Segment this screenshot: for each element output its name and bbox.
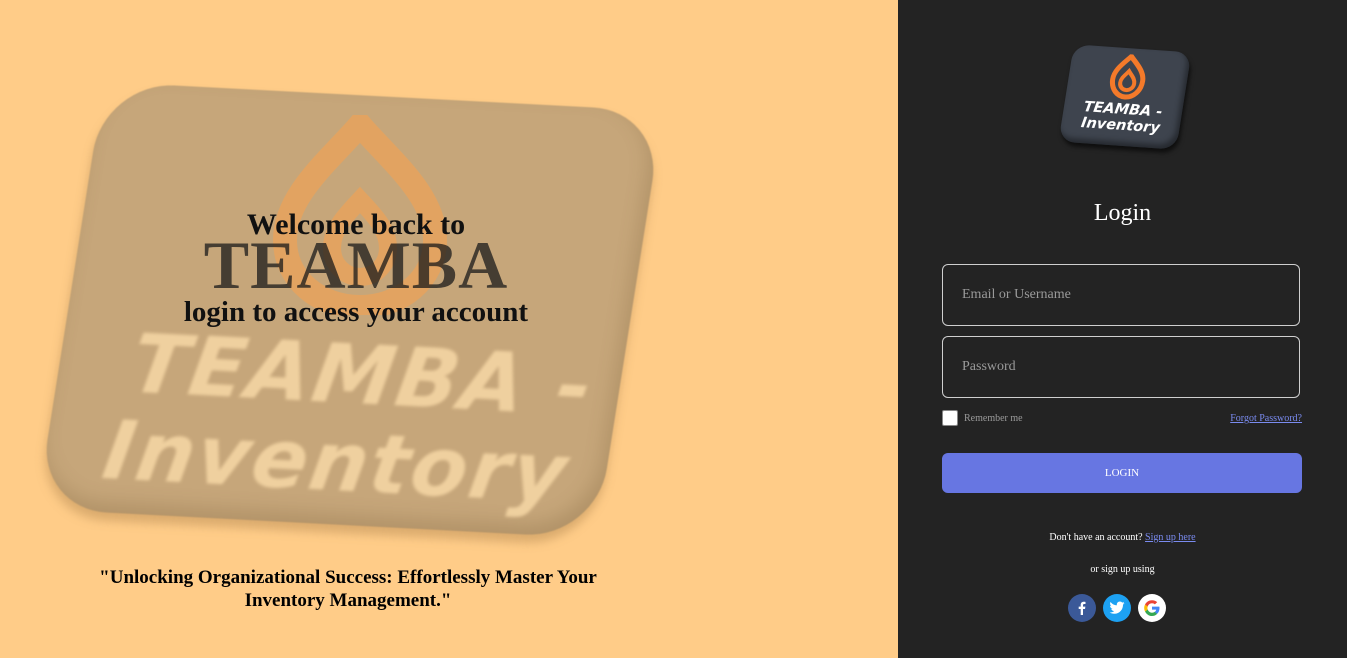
google-icon xyxy=(1144,600,1160,616)
tagline: "Unlocking Organizational Success: Effor… xyxy=(99,567,597,611)
welcome-subheading: login to access your account xyxy=(183,296,529,328)
signup-prompt: Don't have an account? xyxy=(1049,532,1143,543)
signup-link[interactable]: Sign up here xyxy=(1145,532,1196,543)
remember-me[interactable]: Remember me xyxy=(942,410,1023,426)
forgot-password-link[interactable]: Forgot Password? xyxy=(1230,413,1302,424)
google-button[interactable] xyxy=(1138,594,1166,622)
social-login-buttons xyxy=(1068,594,1166,622)
remember-me-checkbox[interactable] xyxy=(942,410,958,426)
password-field xyxy=(942,336,1300,398)
password-input[interactable] xyxy=(943,337,1299,397)
welcome-brand: TEAMBA xyxy=(203,227,509,303)
drop-logo-icon xyxy=(1109,52,1146,100)
hero-panel: TEAMBA - Inventory Welcome back to TEAMB… xyxy=(0,0,898,658)
twitter-button[interactable] xyxy=(1103,594,1131,622)
facebook-button[interactable] xyxy=(1068,594,1096,622)
hero-tile-text: TEAMBA - Inventory xyxy=(97,317,601,522)
login-button[interactable]: LOGIN xyxy=(942,453,1302,493)
app-logo: TEAMBA - Inventory xyxy=(1058,44,1192,150)
or-sign-up-text: or sign up using xyxy=(1090,564,1155,575)
logo-text: TEAMBA - Inventory xyxy=(1066,98,1177,137)
email-field xyxy=(942,264,1300,326)
login-page: TEAMBA - Inventory Welcome back to TEAMB… xyxy=(0,0,1347,658)
email-input[interactable] xyxy=(943,265,1299,325)
login-panel: TEAMBA - Inventory Login Remember me For… xyxy=(898,0,1347,658)
twitter-icon xyxy=(1109,601,1125,614)
facebook-icon xyxy=(1078,601,1086,615)
login-title: Login xyxy=(1093,200,1152,226)
signup-row: Don't have an account? Sign up here xyxy=(898,532,1347,543)
hero-tile-text-line2: Inventory xyxy=(97,403,576,522)
remember-me-label: Remember me xyxy=(964,412,1023,424)
